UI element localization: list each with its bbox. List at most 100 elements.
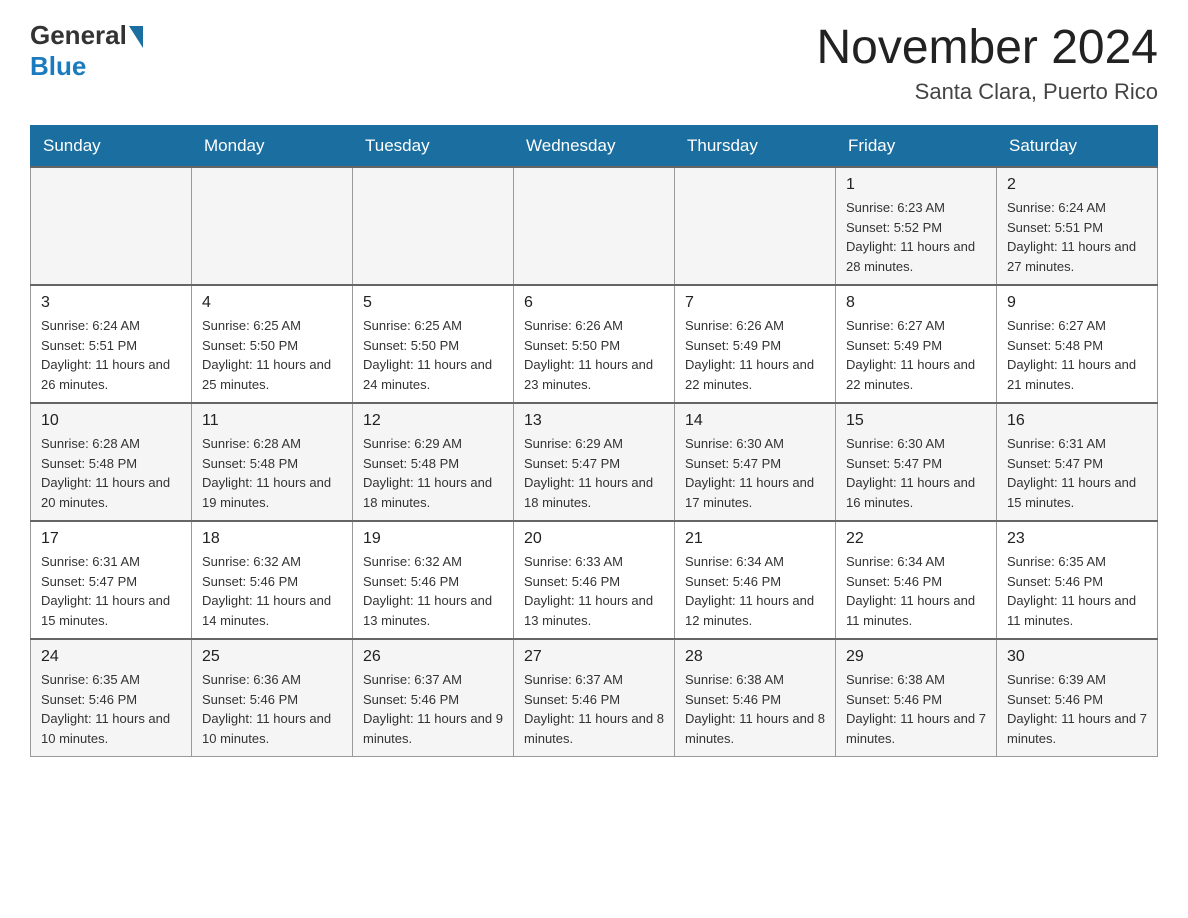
calendar-cell bbox=[353, 167, 514, 285]
day-number: 17 bbox=[41, 530, 181, 548]
day-number: 5 bbox=[363, 294, 503, 312]
day-number: 11 bbox=[202, 412, 342, 430]
day-info: Sunrise: 6:25 AM Sunset: 5:50 PM Dayligh… bbox=[363, 316, 503, 394]
calendar-cell bbox=[514, 167, 675, 285]
day-info: Sunrise: 6:34 AM Sunset: 5:46 PM Dayligh… bbox=[846, 552, 986, 630]
day-info: Sunrise: 6:38 AM Sunset: 5:46 PM Dayligh… bbox=[846, 670, 986, 748]
calendar-cell: 6 Sunrise: 6:26 AM Sunset: 5:50 PM Daylig… bbox=[514, 285, 675, 403]
day-info: Sunrise: 6:29 AM Sunset: 5:47 PM Dayligh… bbox=[524, 434, 664, 512]
day-number: 20 bbox=[524, 530, 664, 548]
day-number: 9 bbox=[1007, 294, 1147, 312]
day-number: 25 bbox=[202, 648, 342, 666]
calendar-cell: 18 Sunrise: 6:32 AM Sunset: 5:46 PM Dayli… bbox=[192, 521, 353, 639]
day-info: Sunrise: 6:31 AM Sunset: 5:47 PM Dayligh… bbox=[41, 552, 181, 630]
day-info: Sunrise: 6:24 AM Sunset: 5:51 PM Dayligh… bbox=[1007, 198, 1147, 276]
day-info: Sunrise: 6:33 AM Sunset: 5:46 PM Dayligh… bbox=[524, 552, 664, 630]
calendar-cell: 9 Sunrise: 6:27 AM Sunset: 5:48 PM Daylig… bbox=[997, 285, 1158, 403]
calendar-cell: 16 Sunrise: 6:31 AM Sunset: 5:47 PM Dayli… bbox=[997, 403, 1158, 521]
day-info: Sunrise: 6:28 AM Sunset: 5:48 PM Dayligh… bbox=[202, 434, 342, 512]
logo-blue-text: Blue bbox=[30, 51, 86, 82]
day-info: Sunrise: 6:27 AM Sunset: 5:48 PM Dayligh… bbox=[1007, 316, 1147, 394]
day-info: Sunrise: 6:32 AM Sunset: 5:46 PM Dayligh… bbox=[202, 552, 342, 630]
day-number: 21 bbox=[685, 530, 825, 548]
day-number: 19 bbox=[363, 530, 503, 548]
day-info: Sunrise: 6:31 AM Sunset: 5:47 PM Dayligh… bbox=[1007, 434, 1147, 512]
calendar-week-row: 3 Sunrise: 6:24 AM Sunset: 5:51 PM Daylig… bbox=[31, 285, 1158, 403]
calendar-cell: 19 Sunrise: 6:32 AM Sunset: 5:46 PM Dayli… bbox=[353, 521, 514, 639]
calendar-cell: 12Sunrise: 6:29 AM Sunset: 5:48 PM Dayli… bbox=[353, 403, 514, 521]
calendar-cell: 28Sunrise: 6:38 AM Sunset: 5:46 PM Dayli… bbox=[675, 639, 836, 757]
day-number: 30 bbox=[1007, 648, 1147, 666]
calendar-cell: 30Sunrise: 6:39 AM Sunset: 5:46 PM Dayli… bbox=[997, 639, 1158, 757]
calendar-cell: 3 Sunrise: 6:24 AM Sunset: 5:51 PM Daylig… bbox=[31, 285, 192, 403]
calendar-header-friday: Friday bbox=[836, 126, 997, 168]
calendar-cell: 4 Sunrise: 6:25 AM Sunset: 5:50 PM Daylig… bbox=[192, 285, 353, 403]
day-info: Sunrise: 6:24 AM Sunset: 5:51 PM Dayligh… bbox=[41, 316, 181, 394]
day-number: 3 bbox=[41, 294, 181, 312]
day-number: 2 bbox=[1007, 176, 1147, 194]
logo: General Blue bbox=[30, 20, 143, 82]
day-info: Sunrise: 6:30 AM Sunset: 5:47 PM Dayligh… bbox=[685, 434, 825, 512]
calendar-week-row: 17 Sunrise: 6:31 AM Sunset: 5:47 PM Dayli… bbox=[31, 521, 1158, 639]
location-label: Santa Clara, Puerto Rico bbox=[816, 79, 1158, 105]
calendar-header-sunday: Sunday bbox=[31, 126, 192, 168]
calendar-cell: 27Sunrise: 6:37 AM Sunset: 5:46 PM Dayli… bbox=[514, 639, 675, 757]
calendar-header-saturday: Saturday bbox=[997, 126, 1158, 168]
calendar-cell: 29 Sunrise: 6:38 AM Sunset: 5:46 PM Dayli… bbox=[836, 639, 997, 757]
calendar-cell: 13 Sunrise: 6:29 AM Sunset: 5:47 PM Dayli… bbox=[514, 403, 675, 521]
logo-triangle-icon bbox=[129, 26, 143, 48]
day-info: Sunrise: 6:32 AM Sunset: 5:46 PM Dayligh… bbox=[363, 552, 503, 630]
calendar-cell: 25Sunrise: 6:36 AM Sunset: 5:46 PM Dayli… bbox=[192, 639, 353, 757]
day-number: 1 bbox=[846, 176, 986, 194]
calendar-cell: 7Sunrise: 6:26 AM Sunset: 5:49 PM Daylig… bbox=[675, 285, 836, 403]
day-info: Sunrise: 6:27 AM Sunset: 5:49 PM Dayligh… bbox=[846, 316, 986, 394]
calendar-header-tuesday: Tuesday bbox=[353, 126, 514, 168]
day-number: 13 bbox=[524, 412, 664, 430]
day-number: 15 bbox=[846, 412, 986, 430]
calendar-cell: 14Sunrise: 6:30 AM Sunset: 5:47 PM Dayli… bbox=[675, 403, 836, 521]
day-number: 18 bbox=[202, 530, 342, 548]
day-number: 29 bbox=[846, 648, 986, 666]
calendar-header-monday: Monday bbox=[192, 126, 353, 168]
day-info: Sunrise: 6:34 AM Sunset: 5:46 PM Dayligh… bbox=[685, 552, 825, 630]
calendar-cell: 1 Sunrise: 6:23 AM Sunset: 5:52 PM Daylig… bbox=[836, 167, 997, 285]
day-number: 7 bbox=[685, 294, 825, 312]
calendar-header-row: SundayMondayTuesdayWednesdayThursdayFrid… bbox=[31, 126, 1158, 168]
day-info: Sunrise: 6:38 AM Sunset: 5:46 PM Dayligh… bbox=[685, 670, 825, 748]
day-number: 6 bbox=[524, 294, 664, 312]
day-info: Sunrise: 6:23 AM Sunset: 5:52 PM Dayligh… bbox=[846, 198, 986, 276]
page-header: General Blue November 2024 Santa Clara, … bbox=[30, 20, 1158, 105]
logo-general-text: General bbox=[30, 20, 127, 51]
calendar-cell: 20 Sunrise: 6:33 AM Sunset: 5:46 PM Dayli… bbox=[514, 521, 675, 639]
calendar-cell bbox=[31, 167, 192, 285]
calendar-cell: 15 Sunrise: 6:30 AM Sunset: 5:47 PM Dayli… bbox=[836, 403, 997, 521]
day-number: 16 bbox=[1007, 412, 1147, 430]
calendar-cell: 8 Sunrise: 6:27 AM Sunset: 5:49 PM Daylig… bbox=[836, 285, 997, 403]
day-number: 22 bbox=[846, 530, 986, 548]
calendar-cell: 11 Sunrise: 6:28 AM Sunset: 5:48 PM Dayli… bbox=[192, 403, 353, 521]
day-number: 26 bbox=[363, 648, 503, 666]
day-info: Sunrise: 6:37 AM Sunset: 5:46 PM Dayligh… bbox=[363, 670, 503, 748]
calendar-cell bbox=[192, 167, 353, 285]
day-info: Sunrise: 6:25 AM Sunset: 5:50 PM Dayligh… bbox=[202, 316, 342, 394]
day-info: Sunrise: 6:30 AM Sunset: 5:47 PM Dayligh… bbox=[846, 434, 986, 512]
calendar-cell: 10Sunrise: 6:28 AM Sunset: 5:48 PM Dayli… bbox=[31, 403, 192, 521]
calendar-cell bbox=[675, 167, 836, 285]
day-info: Sunrise: 6:35 AM Sunset: 5:46 PM Dayligh… bbox=[41, 670, 181, 748]
day-number: 10 bbox=[41, 412, 181, 430]
calendar-week-row: 10 Sunrise: 6:28 AM Sunset: 5:48 PM Dayli… bbox=[31, 403, 1158, 521]
calendar-week-row: 24 Sunrise: 6:35 AM Sunset: 5:46 PM Dayli… bbox=[31, 639, 1158, 757]
day-info: Sunrise: 6:26 AM Sunset: 5:50 PM Dayligh… bbox=[524, 316, 664, 394]
day-number: 4 bbox=[202, 294, 342, 312]
calendar-cell: 5 Sunrise: 6:25 AM Sunset: 5:50 PM Daylig… bbox=[353, 285, 514, 403]
day-number: 8 bbox=[846, 294, 986, 312]
calendar-cell: 21 Sunrise: 6:34 AM Sunset: 5:46 PM Dayli… bbox=[675, 521, 836, 639]
calendar-cell: 17 Sunrise: 6:31 AM Sunset: 5:47 PM Dayli… bbox=[31, 521, 192, 639]
day-number: 23 bbox=[1007, 530, 1147, 548]
calendar-cell: 22 Sunrise: 6:34 AM Sunset: 5:46 PM Dayli… bbox=[836, 521, 997, 639]
day-info: Sunrise: 6:29 AM Sunset: 5:48 PM Dayligh… bbox=[363, 434, 503, 512]
calendar-cell: 2 Sunrise: 6:24 AM Sunset: 5:51 PM Daylig… bbox=[997, 167, 1158, 285]
calendar-cell: 26 Sunrise: 6:37 AM Sunset: 5:46 PM Dayli… bbox=[353, 639, 514, 757]
day-number: 24 bbox=[41, 648, 181, 666]
calendar-table: SundayMondayTuesdayWednesdayThursdayFrid… bbox=[30, 125, 1158, 757]
